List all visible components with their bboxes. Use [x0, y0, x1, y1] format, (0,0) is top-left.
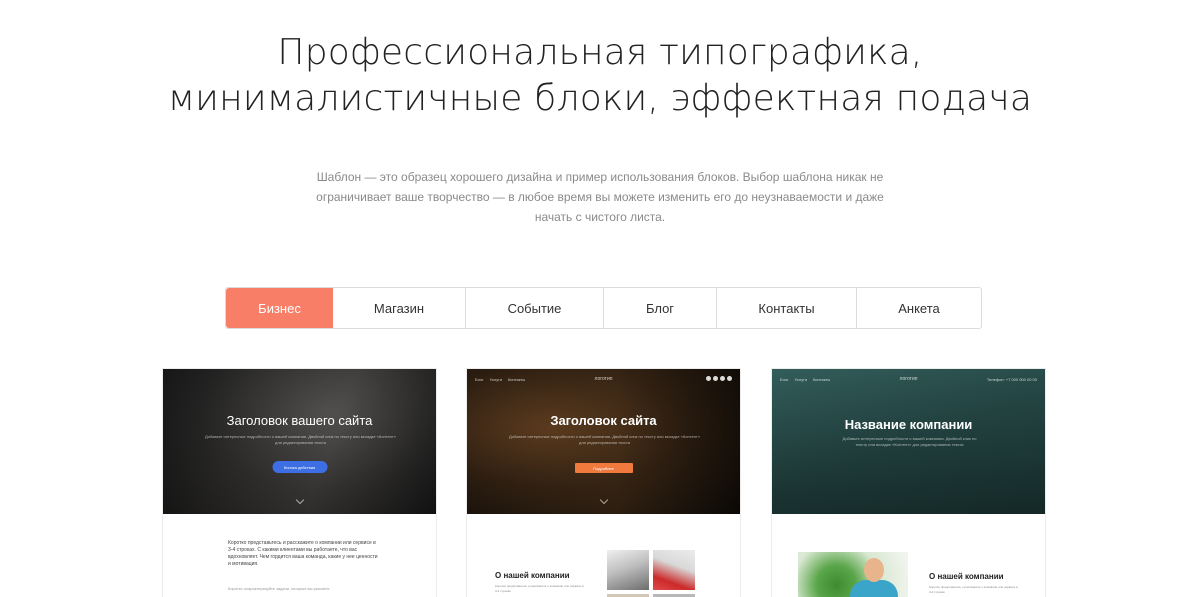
card-action-button: Кнопка действия: [272, 461, 327, 473]
about-text: Коротко представьтесь и расскажите о ком…: [929, 585, 1018, 594]
person-shirt: [850, 580, 898, 597]
card-preview-body: О нашей компании Коротко представьтесь и…: [772, 514, 1045, 597]
tab-shop[interactable]: Магазин: [333, 288, 466, 328]
card-title: Название компании: [844, 417, 973, 432]
hero-title-line-2: минималистичные блоки, эффектная подача: [167, 78, 1033, 119]
tab-business[interactable]: Бизнес: [226, 288, 333, 328]
card-subtitle: Добавьте интересные подробности о вашей …: [842, 436, 977, 447]
tab-survey[interactable]: Анкета: [857, 288, 981, 328]
about-heading: О нашей компании: [495, 571, 570, 580]
card-body-text: Коротко представьтесь и расскажите о ком…: [228, 540, 378, 567]
tab-event[interactable]: Событие: [466, 288, 604, 328]
card-preview-body: Коротко представьтесь и расскажите о ком…: [163, 514, 436, 597]
about-text: Коротко представьтесь и расскажите о ком…: [495, 584, 584, 593]
card-preview-body: О нашей компании Коротко представьтесь и…: [467, 514, 740, 597]
person-photo: [798, 552, 908, 597]
social-icon: [727, 376, 732, 381]
category-tabs: Бизнес Магазин Событие Блог Контакты Анк…: [225, 287, 982, 329]
card-title: Заголовок вашего сайта: [226, 413, 373, 428]
card-body-note: Коротко охарактеризуйте задачи, которые …: [228, 586, 330, 591]
template-gallery-page: Профессиональная типографика, минималист…: [0, 0, 1200, 597]
hero-description-line-2: ограничивает ваше творчество — в любое в…: [316, 190, 884, 204]
card-preview-hero: Блог Услуги Контакты логотип Заголовок с…: [467, 369, 740, 514]
tab-blog[interactable]: Блог: [604, 288, 717, 328]
mini-nav: Блог Услуги Контакты логотип Телефон: +7…: [772, 374, 1045, 384]
gallery-photo: [607, 550, 649, 590]
mini-phone: Телефон: +7 000 000 00 00: [986, 377, 1037, 382]
card-preview-hero: Заголовок вашего сайта Добавьте интересн…: [163, 369, 436, 514]
hero-description: Шаблон — это образец хорошего дизайна и …: [300, 167, 900, 227]
template-card-3[interactable]: Блог Услуги Контакты логотип Телефон: +7…: [771, 368, 1046, 597]
template-card-1[interactable]: Заголовок вашего сайта Добавьте интересн…: [162, 368, 437, 597]
about-heading: О нашей компании: [929, 572, 1004, 581]
tab-contacts[interactable]: Контакты: [717, 288, 857, 328]
hero-title: Профессиональная типографика, минималист…: [0, 30, 1200, 122]
card-subtitle: Добавьте интересные подробности о вашей …: [509, 434, 700, 445]
card-subtitle: Добавьте интересные подробности о вашей …: [205, 434, 396, 445]
card-title: Заголовок сайта: [550, 413, 657, 428]
template-card-2[interactable]: Блог Услуги Контакты логотип Заголовок с…: [466, 368, 741, 597]
social-icon: [713, 376, 718, 381]
social-icon: [720, 376, 725, 381]
card-preview-hero: Блог Услуги Контакты логотип Телефон: +7…: [772, 369, 1045, 514]
mini-logo: логотип: [594, 376, 613, 382]
social-icon: [706, 376, 711, 381]
card-action-button: Подробнее: [574, 463, 633, 473]
hero-description-line-3: начать с чистого листа.: [534, 210, 666, 224]
hero-title-line-1: Профессиональная типографика,: [277, 32, 923, 73]
mini-nav: Блог Услуги Контакты логотип: [467, 374, 740, 384]
hero-description-line-1: Шаблон — это образец хорошего дизайна и …: [316, 170, 884, 184]
person-face: [864, 558, 884, 582]
gallery-photo: [653, 550, 695, 590]
